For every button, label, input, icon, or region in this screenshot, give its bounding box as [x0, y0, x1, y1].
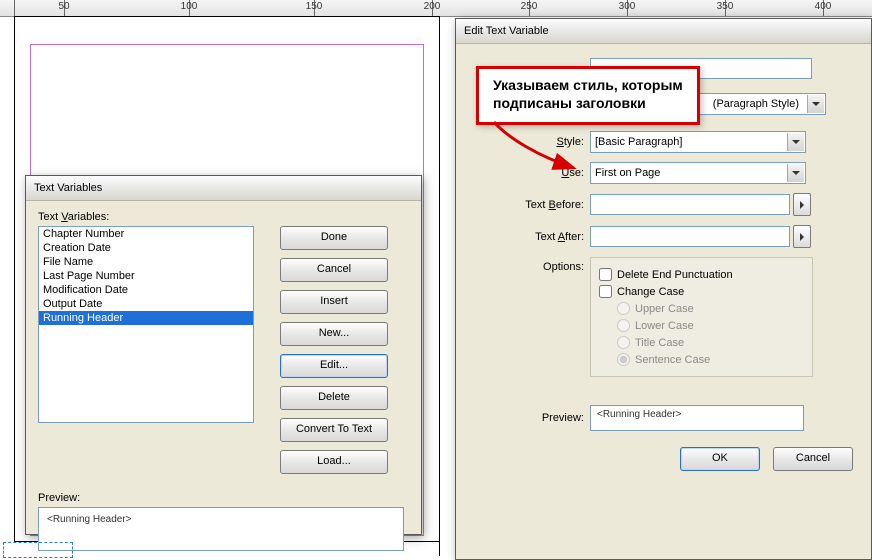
change-case-checkbox[interactable]: Change Case — [599, 285, 804, 298]
ruler-tick-300: 300 — [619, 1, 636, 12]
sentence-case-radio[interactable]: Sentence Case — [617, 353, 804, 366]
annotation-callout: Указываем стиль, которым подписаны загол… — [476, 66, 700, 125]
ruler-tick-250: 250 — [521, 1, 538, 12]
convert-to-text-button[interactable]: Convert To Text — [280, 418, 388, 442]
text-after-label: Text After: — [474, 231, 590, 243]
preview-value: <Running Header> — [597, 409, 682, 420]
cancel-button[interactable]: Cancel — [280, 258, 388, 282]
done-button[interactable]: Done — [280, 226, 388, 250]
list-item[interactable]: Last Page Number — [39, 269, 253, 283]
preview-value: <Running Header> — [47, 514, 132, 525]
ruler-tick-350: 350 — [717, 1, 734, 12]
ruler-tick-150: 150 — [306, 1, 323, 12]
dialog-title: Edit Text Variable — [456, 19, 871, 44]
list-item[interactable]: Chapter Number — [39, 227, 253, 241]
preview-box: <Running Header> — [590, 405, 804, 431]
spine-divider — [439, 16, 440, 556]
text-before-label: Text Before: — [474, 199, 590, 211]
list-item[interactable]: Creation Date — [39, 241, 253, 255]
dialog-button-column: Done Cancel Insert New... Edit... Delete… — [280, 226, 388, 482]
new-button[interactable]: New... — [280, 322, 388, 346]
use-dropdown-value: First on Page — [595, 167, 660, 179]
load-button[interactable]: Load... — [280, 450, 388, 474]
style-dropdown[interactable]: [Basic Paragraph] — [590, 131, 806, 153]
horizontal-ruler: 50 100 150 200 250 300 350 400 — [0, 0, 872, 17]
cancel-button[interactable]: Cancel — [773, 447, 853, 471]
options-panel: Delete End Punctuation Change Case Upper… — [590, 257, 813, 377]
preview-box: <Running Header> — [38, 507, 404, 551]
text-after-menu-button[interactable] — [793, 225, 811, 248]
list-item[interactable]: File Name — [39, 255, 253, 269]
edit-button[interactable]: Edit... — [280, 354, 388, 378]
style-dropdown-value: [Basic Paragraph] — [595, 136, 682, 148]
callout-line1: Указываем стиль, которым — [493, 77, 683, 95]
use-label: Use: — [474, 167, 590, 179]
ruler-tick-50: 50 — [58, 1, 69, 12]
style-label: Style: — [474, 136, 590, 148]
list-item[interactable]: Modification Date — [39, 283, 253, 297]
ruler-tick-200: 200 — [424, 1, 441, 12]
selection-marquee — [3, 542, 73, 558]
ruler-tick-400: 400 — [815, 1, 832, 12]
list-item[interactable]: Output Date — [39, 297, 253, 311]
text-variables-dialog: Text Variables Text Variables: Chapter N… — [25, 175, 422, 535]
dialog-title: Text Variables — [26, 176, 421, 201]
options-label: Options: — [474, 257, 590, 273]
preview-label: Preview: — [38, 492, 409, 504]
text-variables-list-label: Text Variables: — [38, 211, 409, 223]
app-canvas: { "ruler": { "ticks": [50,100,150,200,25… — [0, 0, 872, 560]
type-dropdown-value: (Paragraph Style) — [713, 94, 799, 114]
text-after-input[interactable] — [590, 226, 790, 247]
list-item[interactable]: Running Header — [39, 311, 253, 325]
callout-line2: подписаны заголовки — [493, 95, 683, 113]
ok-button[interactable]: OK — [680, 447, 760, 471]
upper-case-radio[interactable]: Upper Case — [617, 302, 804, 315]
text-before-menu-button[interactable] — [793, 193, 811, 216]
use-dropdown[interactable]: First on Page — [590, 162, 806, 184]
title-case-radio[interactable]: Title Case — [617, 336, 804, 349]
delete-button[interactable]: Delete — [280, 386, 388, 410]
text-before-input[interactable] — [590, 194, 790, 215]
delete-end-punctuation-checkbox[interactable]: Delete End Punctuation — [599, 268, 804, 281]
lower-case-radio[interactable]: Lower Case — [617, 319, 804, 332]
ruler-tick-100: 100 — [181, 1, 198, 12]
text-variables-listbox[interactable]: Chapter Number Creation Date File Name L… — [38, 226, 254, 423]
preview-label: Preview: — [474, 412, 590, 424]
insert-button[interactable]: Insert — [280, 290, 388, 314]
